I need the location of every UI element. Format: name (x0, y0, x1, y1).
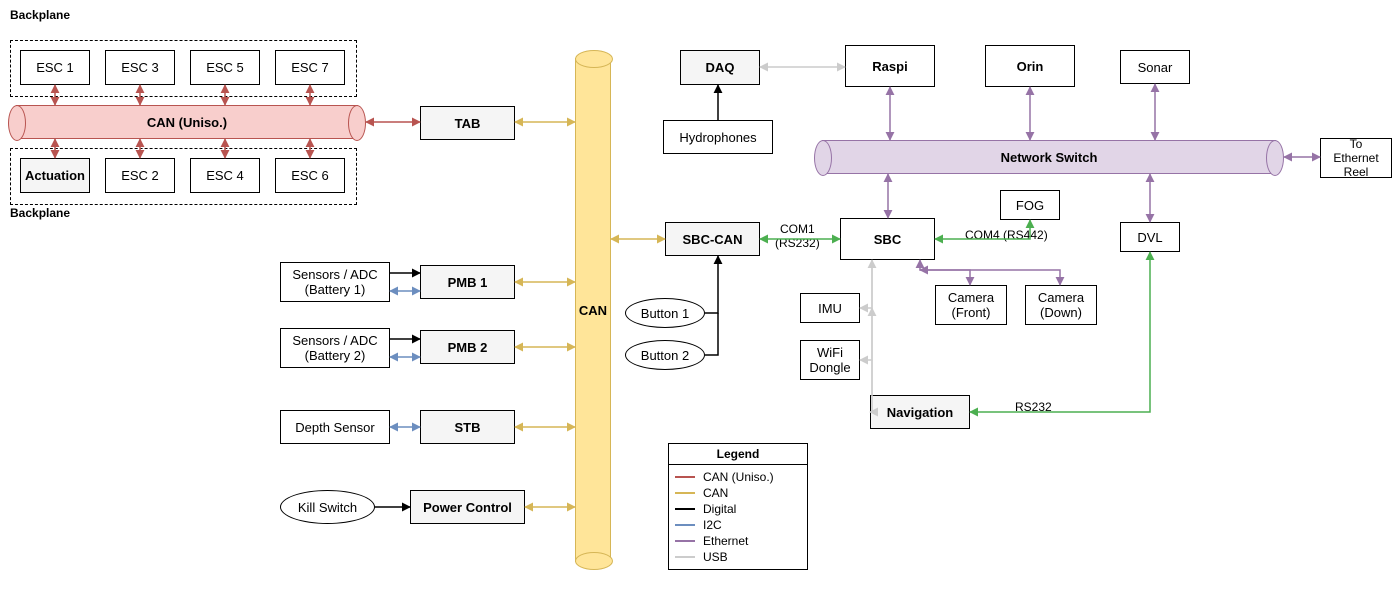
button2-node: Button 2 (625, 340, 705, 370)
daq-node: DAQ (680, 50, 760, 85)
legend-label-5: USB (703, 550, 728, 564)
legend-swatch-3 (675, 524, 695, 526)
legend-swatch-0 (675, 476, 695, 478)
wifi-dongle-node: WiFi Dongle (800, 340, 860, 380)
can-uniso-label: CAN (Uniso.) (147, 115, 227, 130)
com4-label: COM4 (RS442) (965, 228, 1048, 242)
can-label: CAN (579, 303, 607, 318)
camera-down-node: Camera (Down) (1025, 285, 1097, 325)
legend-box: Legend CAN (Uniso.) CAN Digital I2C Ethe… (668, 443, 808, 570)
pmb2-node: PMB 2 (420, 330, 515, 364)
hydrophones-node: Hydrophones (663, 120, 773, 154)
power-control-node: Power Control (410, 490, 525, 524)
camera-front-node: Camera (Front) (935, 285, 1007, 325)
legend-label-0: CAN (Uniso.) (703, 470, 774, 484)
raspi-node: Raspi (845, 45, 935, 87)
esc5-node: ESC 5 (190, 50, 260, 85)
depth-sensor-node: Depth Sensor (280, 410, 390, 444)
dvl-node: DVL (1120, 222, 1180, 252)
orin-node: Orin (985, 45, 1075, 87)
com1-label: COM1 (RS232) (775, 222, 820, 250)
legend-label-4: Ethernet (703, 534, 748, 548)
pmb1-node: PMB 1 (420, 265, 515, 299)
actuation-node: Actuation (20, 158, 90, 193)
fog-node: FOG (1000, 190, 1060, 220)
esc2-node: ESC 2 (105, 158, 175, 193)
can-bus: CAN (575, 50, 611, 570)
imu-node: IMU (800, 293, 860, 323)
sensors-adc1-node: Sensors / ADC (Battery 1) (280, 262, 390, 302)
navigation-node: Navigation (870, 395, 970, 429)
kill-switch-node: Kill Switch (280, 490, 375, 524)
legend-swatch-2 (675, 508, 695, 510)
legend-swatch-4 (675, 540, 695, 542)
sbc-node: SBC (840, 218, 935, 260)
sbc-can-node: SBC-CAN (665, 222, 760, 256)
ethernet-reel-node: To Ethernet Reel (1320, 138, 1392, 178)
legend-label-3: I2C (703, 518, 722, 532)
esc3-node: ESC 3 (105, 50, 175, 85)
rs232-label: RS232 (1015, 400, 1052, 414)
sonar-node: Sonar (1120, 50, 1190, 84)
esc1-node: ESC 1 (20, 50, 90, 85)
legend-title: Legend (669, 444, 807, 465)
tab-node: TAB (420, 106, 515, 140)
legend-swatch-5 (675, 556, 695, 558)
network-switch-bus: Network Switch (814, 140, 1284, 174)
backplane-label-bottom: Backplane (10, 206, 70, 220)
esc4-node: ESC 4 (190, 158, 260, 193)
legend-label-2: Digital (703, 502, 736, 516)
sensors-adc2-node: Sensors / ADC (Battery 2) (280, 328, 390, 368)
backplane-label-top: Backplane (10, 8, 70, 22)
esc6-node: ESC 6 (275, 158, 345, 193)
legend-label-1: CAN (703, 486, 728, 500)
network-switch-label: Network Switch (1001, 150, 1098, 165)
legend-swatch-1 (675, 492, 695, 494)
can-uniso-bus: CAN (Uniso.) (8, 105, 366, 139)
button1-node: Button 1 (625, 298, 705, 328)
stb-node: STB (420, 410, 515, 444)
esc7-node: ESC 7 (275, 50, 345, 85)
